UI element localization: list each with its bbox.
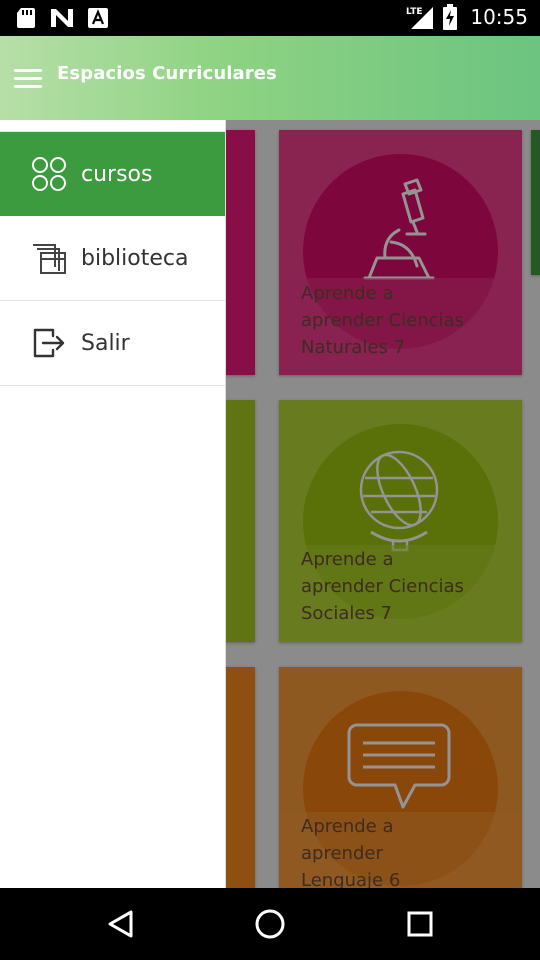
signal-icon: LTE bbox=[406, 7, 434, 29]
drawer-header-strip bbox=[0, 120, 225, 132]
drawer-item-cursos[interactable]: cursos bbox=[0, 132, 225, 216]
grid-circles-icon bbox=[29, 154, 69, 194]
font-a-icon bbox=[88, 8, 108, 28]
drawer-item-biblioteca[interactable]: biblioteca bbox=[0, 216, 225, 301]
network-type-label: LTE bbox=[406, 7, 423, 17]
page-title: Espacios Curriculares bbox=[57, 63, 277, 84]
hamburger-menu-icon[interactable] bbox=[14, 62, 50, 94]
drawer-item-salir[interactable]: Salir bbox=[0, 301, 225, 386]
navigation-drawer: cursos biblioteca Salir bbox=[0, 120, 226, 888]
n-logo-icon bbox=[51, 9, 73, 27]
battery-charging-icon bbox=[443, 4, 458, 30]
status-bar: LTE 10:55 bbox=[0, 0, 540, 36]
system-nav-bar bbox=[0, 888, 540, 960]
clock: 10:55 bbox=[470, 5, 528, 29]
drawer-item-label: cursos bbox=[81, 161, 153, 187]
recents-icon[interactable] bbox=[400, 906, 440, 942]
exit-icon bbox=[29, 323, 69, 363]
back-icon[interactable] bbox=[100, 906, 140, 942]
drawer-item-label: biblioteca bbox=[81, 245, 189, 271]
library-stack-icon bbox=[29, 238, 69, 278]
drawer-item-label: Salir bbox=[81, 330, 130, 356]
sd-card-icon bbox=[17, 8, 35, 28]
app-bar: Espacios Curriculares bbox=[0, 36, 540, 120]
home-icon[interactable] bbox=[250, 906, 290, 942]
